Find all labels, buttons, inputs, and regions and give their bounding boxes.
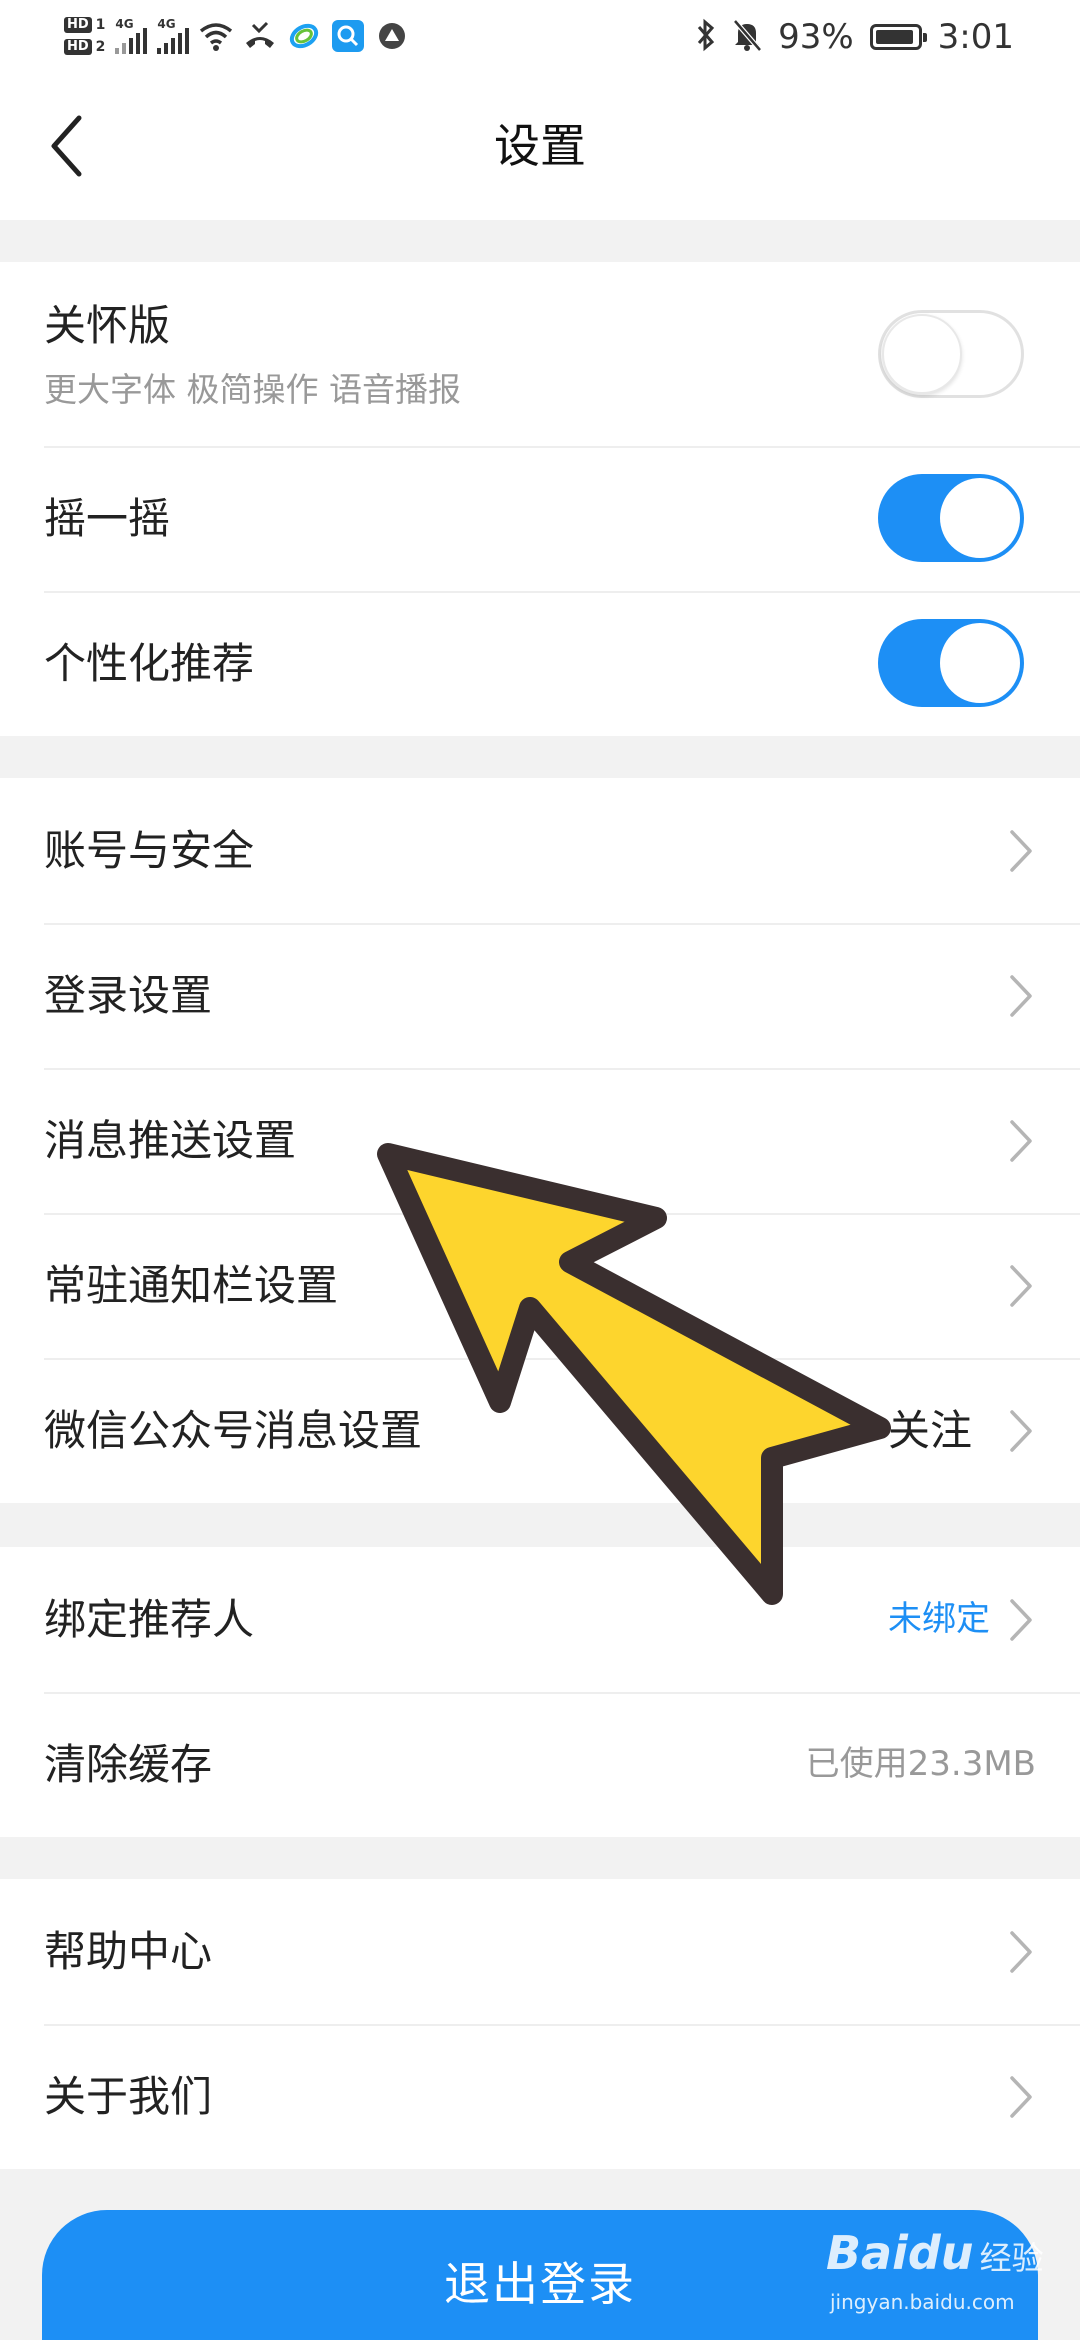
settings-section: 账号与安全 登录设置 消息推送设置 常驻通知栏设置 微信公众号消息设置 关注 xyxy=(0,778,1080,1503)
notification-bar-item[interactable]: 常驻通知栏设置 xyxy=(0,1213,1080,1358)
page-title: 设置 xyxy=(494,119,586,173)
mute-bell-icon xyxy=(732,18,762,56)
care-mode-row: 关怀版 更大字体 极简操作 语音播报 xyxy=(0,262,1080,446)
hd-num-1: 1 xyxy=(95,17,106,33)
hd-badge-2: HD xyxy=(64,39,92,55)
account-extra-section: 绑定推荐人 未绑定 清除缓存 已使用23.3MB xyxy=(0,1547,1080,1837)
wechat-message-label: 微信公众号消息设置 xyxy=(44,1406,423,1455)
chevron-right-icon xyxy=(1010,1409,1032,1452)
push-settings-label: 消息推送设置 xyxy=(44,1116,297,1165)
status-right: 93% 3:01 xyxy=(696,14,1014,60)
login-settings-item[interactable]: 登录设置 xyxy=(0,923,1080,1068)
signal-icon-1: 4G xyxy=(115,18,148,54)
status-left: HD 1 HD 2 4G 4G xyxy=(64,10,409,62)
wechat-message-item[interactable]: 微信公众号消息设置 关注 xyxy=(0,1358,1080,1503)
help-center-label: 帮助中心 xyxy=(44,1927,213,1976)
hd-num-2: 2 xyxy=(95,39,106,55)
help-section: 帮助中心 关于我们 xyxy=(0,1879,1080,2169)
bind-referrer-item[interactable]: 绑定推荐人 未绑定 xyxy=(0,1547,1080,1692)
push-settings-item[interactable]: 消息推送设置 xyxy=(0,1068,1080,1213)
care-mode-toggle[interactable] xyxy=(878,310,1024,398)
about-us-label: 关于我们 xyxy=(44,2072,213,2121)
chevron-right-icon xyxy=(1010,1119,1032,1162)
watermark-logo-paw: du xyxy=(907,2226,974,2280)
about-us-item[interactable]: 关于我们 xyxy=(0,2024,1080,2169)
logout-label: 退出登录 xyxy=(444,2257,636,2311)
recommend-label: 个性化推荐 xyxy=(44,639,255,688)
wechat-follow-status: 关注 xyxy=(887,1406,972,1455)
missed-call-icon xyxy=(243,19,277,53)
chevron-right-icon xyxy=(1010,974,1032,1017)
battery-percent: 93% xyxy=(778,17,854,57)
battery-icon xyxy=(869,24,927,50)
care-mode-subtitle: 更大字体 极简操作 语音播报 xyxy=(44,370,461,409)
watermark-url: jingyan.baidu.com xyxy=(830,2290,1015,2314)
wifi-icon xyxy=(199,19,233,53)
app-notification-icon xyxy=(375,19,409,53)
watermark-logo: Bai xyxy=(826,2226,908,2280)
shake-label: 摇一摇 xyxy=(44,494,171,543)
notification-bar-label: 常驻通知栏设置 xyxy=(44,1261,339,1310)
bind-referrer-label: 绑定推荐人 xyxy=(44,1595,255,1644)
watermark-cn: 经验 xyxy=(979,2239,1044,2277)
chevron-right-icon xyxy=(1010,1264,1032,1307)
account-security-item[interactable]: 账号与安全 xyxy=(0,778,1080,923)
battery-level xyxy=(875,30,913,44)
shake-toggle[interactable] xyxy=(878,474,1024,562)
hd-badge-1: HD xyxy=(64,17,92,33)
search-app-icon xyxy=(331,19,365,53)
clock: 3:01 xyxy=(937,17,1014,57)
clear-cache-label: 清除缓存 xyxy=(44,1740,213,1789)
shake-row: 摇一摇 xyxy=(0,446,1080,591)
recommend-row: 个性化推荐 xyxy=(0,591,1080,736)
nav-bar: 设置 xyxy=(0,72,1080,220)
bluetooth-icon xyxy=(696,18,716,56)
baidu-jingyan-watermark: Baidu 经验 jingyan.baidu.com xyxy=(826,2226,1046,2326)
cache-size: 已使用23.3MB xyxy=(805,1744,1036,1784)
referrer-status: 未绑定 xyxy=(888,1599,990,1639)
status-bar: HD 1 HD 2 4G 4G 93% 3:01 xyxy=(0,0,1080,72)
care-mode-title: 关怀版 xyxy=(44,301,171,350)
chevron-right-icon xyxy=(1010,829,1032,872)
chevron-right-icon xyxy=(1010,1598,1032,1641)
help-center-item[interactable]: 帮助中心 xyxy=(0,1879,1080,2024)
recommend-toggle[interactable] xyxy=(878,619,1024,707)
account-security-label: 账号与安全 xyxy=(44,826,255,875)
china-mobile-icon xyxy=(287,19,321,53)
chevron-right-icon xyxy=(1010,2075,1032,2118)
clear-cache-item[interactable]: 清除缓存 已使用23.3MB xyxy=(0,1692,1080,1837)
toggle-section: 关怀版 更大字体 极简操作 语音播报 摇一摇 个性化推荐 xyxy=(0,262,1080,736)
signal-icon-2: 4G xyxy=(157,18,190,54)
sim-indicators: HD 1 HD 2 xyxy=(64,17,105,55)
chevron-right-icon xyxy=(1010,1930,1032,1973)
login-settings-label: 登录设置 xyxy=(44,971,213,1020)
